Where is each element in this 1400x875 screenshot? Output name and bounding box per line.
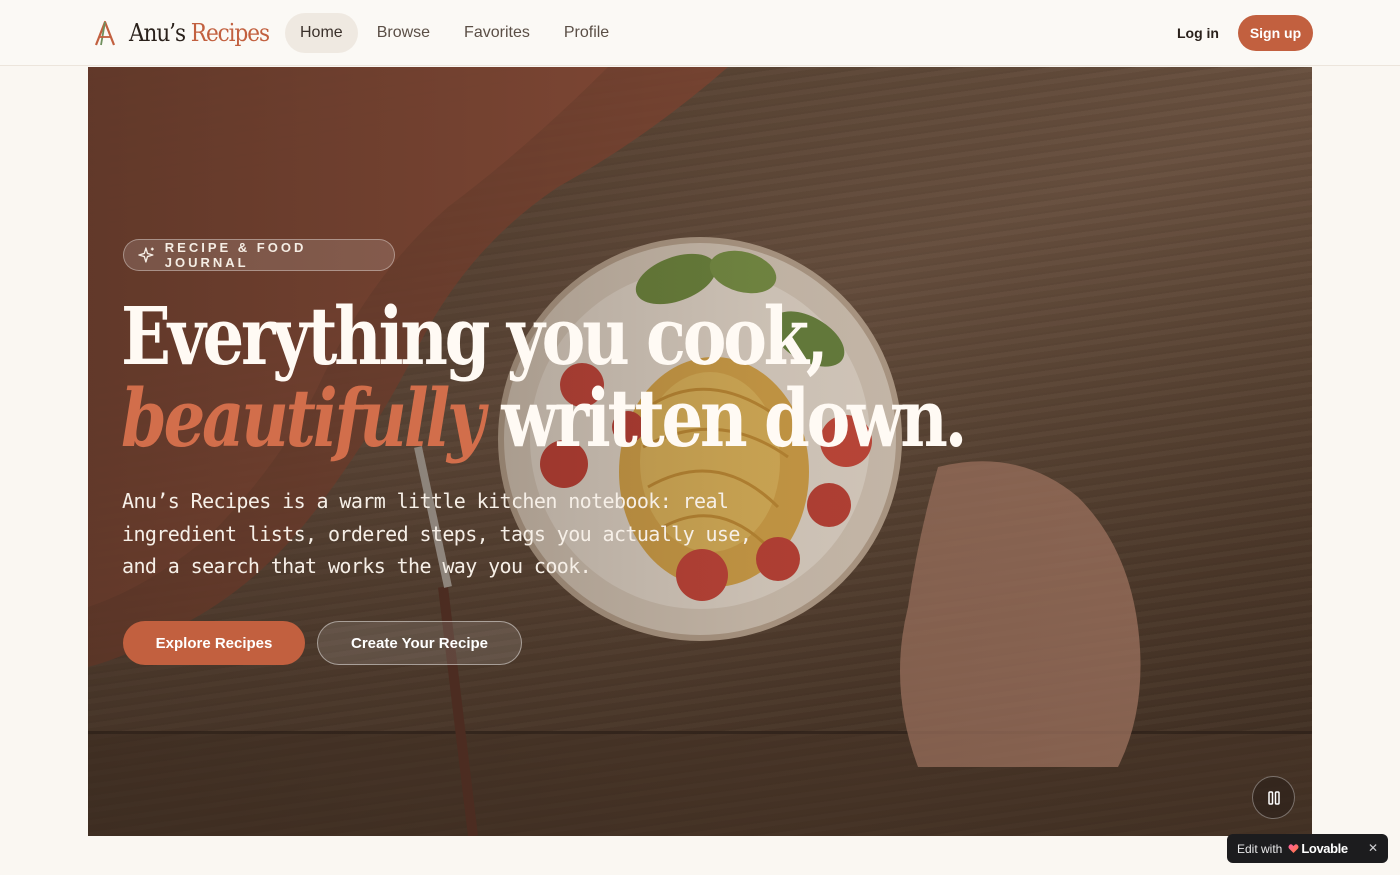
hero-section: RECIPE & FOOD JOURNAL Everything you coo…	[88, 67, 1312, 836]
signup-button[interactable]: Sign up	[1238, 15, 1313, 51]
brand-name-part1: Anu’s	[129, 19, 186, 47]
hero-headline: Everything you cook, beautifully written…	[121, 289, 967, 459]
main-nav: Home Browse Favorites Profile	[285, 13, 624, 53]
edit-with-lovable-badge[interactable]: Edit with Lovable ✕	[1227, 834, 1388, 863]
sparkles-icon	[138, 247, 154, 263]
eyebrow-text: RECIPE & FOOD JOURNAL	[164, 240, 307, 270]
nav-item-favorites[interactable]: Favorites	[449, 13, 545, 53]
nav-item-browse[interactable]: Browse	[362, 13, 445, 53]
create-recipe-button[interactable]: Create Your Recipe	[317, 621, 522, 665]
nav-item-home[interactable]: Home	[285, 13, 358, 53]
explore-recipes-button[interactable]: Explore Recipes	[123, 621, 305, 665]
login-link[interactable]: Log in	[1166, 15, 1230, 51]
badge-label: Edit with	[1237, 841, 1283, 856]
hero-description: Anu’s Recipes is a warm little kitchen n…	[122, 489, 752, 578]
brand-name-part2: Recipes	[190, 19, 270, 47]
close-icon[interactable]: ✕	[1365, 840, 1381, 856]
lovable-heart-icon	[1288, 844, 1299, 853]
pause-icon	[1267, 790, 1280, 805]
letter-a-logo-icon	[94, 20, 116, 46]
headline-line-1: Everything you cook,	[121, 289, 829, 383]
badge-brand: Lovable	[1301, 841, 1348, 856]
nav-item-profile[interactable]: Profile	[549, 13, 624, 53]
pause-video-button[interactable]	[1252, 776, 1295, 819]
eyebrow-badge: RECIPE & FOOD JOURNAL	[123, 239, 395, 271]
headline-rest: written down.	[501, 371, 967, 465]
brand-logo[interactable]: Anu’s Recipes	[93, 16, 285, 50]
headline-line-2: beautifully written down.	[121, 377, 967, 459]
brand-name: Anu’s Recipes	[129, 19, 270, 47]
site-header: Anu’s Recipes Home Browse Favorites Prof…	[0, 0, 1400, 66]
headline-accent: beautifully	[121, 371, 485, 465]
